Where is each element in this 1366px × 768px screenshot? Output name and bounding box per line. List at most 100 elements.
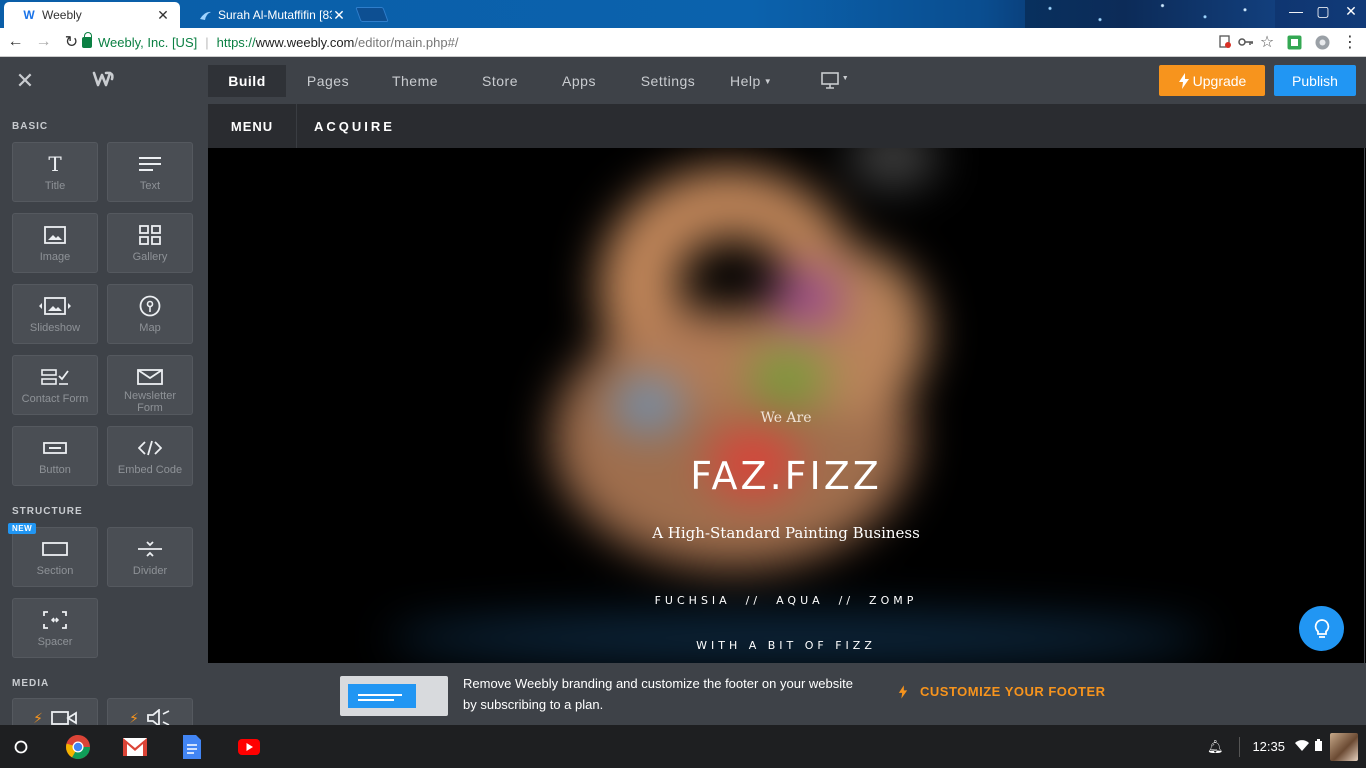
element-text[interactable]: Text	[107, 142, 193, 202]
element-map[interactable]: Map	[107, 284, 193, 344]
premium-lightning-icon: ⚡	[129, 709, 139, 726]
tab-store[interactable]: Store	[472, 65, 528, 97]
element-label: Divider	[132, 565, 168, 577]
weebly-logo-icon[interactable]	[92, 70, 116, 93]
clock[interactable]: 12:35	[1252, 739, 1285, 754]
tab-settings[interactable]: Settings	[630, 65, 706, 97]
launcher-icon[interactable]	[8, 734, 34, 760]
premium-lightning-icon: ⚡	[33, 709, 43, 726]
element-divider[interactable]: Divider	[107, 527, 193, 587]
device-preview-toggle[interactable]: ▼	[818, 65, 852, 97]
minimize-icon[interactable]: —	[1283, 3, 1309, 19]
surah-favicon-icon	[198, 8, 212, 22]
footer-preview-illustration	[340, 676, 448, 716]
element-button[interactable]: Button	[12, 426, 98, 486]
exit-editor-icon[interactable]: ✕	[14, 68, 36, 94]
forward-arrow-icon[interactable]: →	[31, 30, 56, 55]
element-embed-code[interactable]: Embed Code	[107, 426, 193, 486]
element-video[interactable]: ⚡	[12, 698, 98, 725]
address-bar[interactable]: Weebly, Inc. [US] | https://www.weebly.c…	[82, 31, 1282, 54]
docs-app-icon[interactable]	[179, 734, 205, 760]
audio-icon: ⚡	[129, 707, 171, 725]
customize-footer-link[interactable]: CUSTOMIZE YOUR FOOTER	[898, 684, 1106, 699]
hero-intro[interactable]: We Are	[208, 410, 1364, 426]
notification-bell-icon[interactable]: 🔔︎	[1207, 739, 1224, 755]
avatar[interactable]	[1330, 732, 1358, 761]
new-tab-button[interactable]	[355, 7, 389, 22]
element-label: Title	[44, 180, 66, 192]
publish-button[interactable]: Publish	[1274, 65, 1356, 96]
tab-title: Weebly	[42, 8, 82, 22]
image-icon	[44, 224, 66, 246]
element-section[interactable]: Section	[12, 527, 98, 587]
tab-surah[interactable]: Surah Al-Mutaffifin [83] - ✕	[180, 2, 356, 28]
section-icon	[42, 538, 68, 560]
ev-certificate-label[interactable]: Weebly, Inc. [US]	[98, 35, 197, 50]
hero-brand-title[interactable]: FAZ.FIZZ	[208, 454, 1364, 498]
tab-apps[interactable]: Apps	[552, 65, 606, 97]
element-gallery[interactable]: Gallery	[107, 213, 193, 273]
wallpaper-decoration	[1025, 0, 1275, 28]
extension-icon[interactable]	[1285, 33, 1303, 51]
gmail-app-icon[interactable]	[122, 734, 148, 760]
hero-tagline[interactable]: A High-Standard Painting Business	[208, 524, 1364, 542]
upgrade-button[interactable]: Upgrade	[1159, 65, 1265, 96]
element-contact-form[interactable]: Contact Form	[12, 355, 98, 415]
secure-lock-icon	[82, 32, 92, 48]
browser-tab-strip: W Weebly ✕ Surah Al-Mutaffifin [83] - ✕ …	[0, 0, 1366, 28]
title-icon: T	[48, 152, 62, 176]
upgrade-label: Upgrade	[1192, 72, 1247, 89]
profile-icon[interactable]	[1313, 33, 1331, 51]
element-image[interactable]: Image	[12, 213, 98, 273]
chrome-menu-icon[interactable]: ⋮	[1341, 33, 1359, 51]
site-header: MENU ACQUIRE	[208, 104, 1366, 148]
close-tab-icon[interactable]: ✕	[332, 7, 346, 24]
status-tray[interactable]: 🔔︎ 12:35	[1207, 725, 1366, 768]
element-label: Contact Form	[21, 393, 89, 405]
element-label: Map	[139, 322, 161, 334]
close-tab-icon[interactable]: ✕	[156, 7, 170, 24]
element-label: Gallery	[132, 251, 168, 263]
chrome-app-icon[interactable]	[65, 734, 91, 760]
spacer-icon	[43, 609, 67, 631]
tab-weebly[interactable]: W Weebly ✕	[4, 2, 180, 28]
blocked-popup-icon[interactable]	[1216, 33, 1234, 51]
menu-toggle[interactable]: MENU	[208, 104, 297, 148]
tab-title: Surah Al-Mutaffifin [83] -	[218, 8, 332, 22]
divider-icon	[137, 538, 163, 560]
element-slideshow[interactable]: Slideshow	[12, 284, 98, 344]
help-tips-button[interactable]	[1299, 606, 1344, 651]
hero-background-image	[208, 148, 1364, 663]
hero-section[interactable]: We Are FAZ.FIZZ A High-Standard Painting…	[208, 148, 1365, 663]
lightbulb-icon	[1314, 618, 1329, 638]
hero-fizz-line[interactable]: WITH A BIT OF FIZZ	[208, 639, 1364, 652]
element-spacer[interactable]: Spacer	[12, 598, 98, 658]
hero-colors-line[interactable]: FUCHSIA // AQUA // ZOMP	[208, 594, 1364, 607]
youtube-app-icon[interactable]	[236, 734, 262, 760]
tab-help[interactable]: Help ▼	[730, 65, 774, 97]
tab-theme[interactable]: Theme	[382, 65, 448, 97]
envelope-icon	[137, 366, 163, 388]
element-audio[interactable]: ⚡	[107, 698, 193, 725]
close-window-icon[interactable]: ✕	[1338, 3, 1364, 20]
section-heading-media: MEDIA	[12, 678, 50, 689]
bookmark-star-icon[interactable]: ☆	[1258, 33, 1276, 51]
promo-message: Remove Weebly branding and customize the…	[463, 676, 853, 712]
maximize-icon[interactable]: ▢	[1310, 3, 1336, 20]
tab-build[interactable]: Build	[208, 65, 286, 97]
reload-icon[interactable]: ↻	[59, 30, 84, 55]
map-pin-icon	[139, 295, 161, 317]
key-icon[interactable]	[1237, 33, 1255, 51]
element-title[interactable]: T Title	[12, 142, 98, 202]
device-dropdown-icon: ▼	[841, 74, 850, 82]
back-arrow-icon[interactable]: ←	[3, 30, 28, 55]
browser-toolbar: ← → ↻ Weebly, Inc. [US] | https://www.we…	[0, 28, 1366, 57]
tab-pages[interactable]: Pages	[298, 65, 358, 97]
element-newsletter-form[interactable]: Newsletter Form	[107, 355, 193, 415]
element-label: Button	[39, 464, 71, 476]
help-dropdown-icon: ▼	[763, 76, 773, 86]
site-title[interactable]: ACQUIRE	[314, 119, 395, 134]
footer-promo-bar: Remove Weebly branding and customize the…	[208, 663, 1366, 725]
slideshow-icon	[38, 295, 72, 317]
element-label: Newsletter Form	[124, 390, 176, 414]
